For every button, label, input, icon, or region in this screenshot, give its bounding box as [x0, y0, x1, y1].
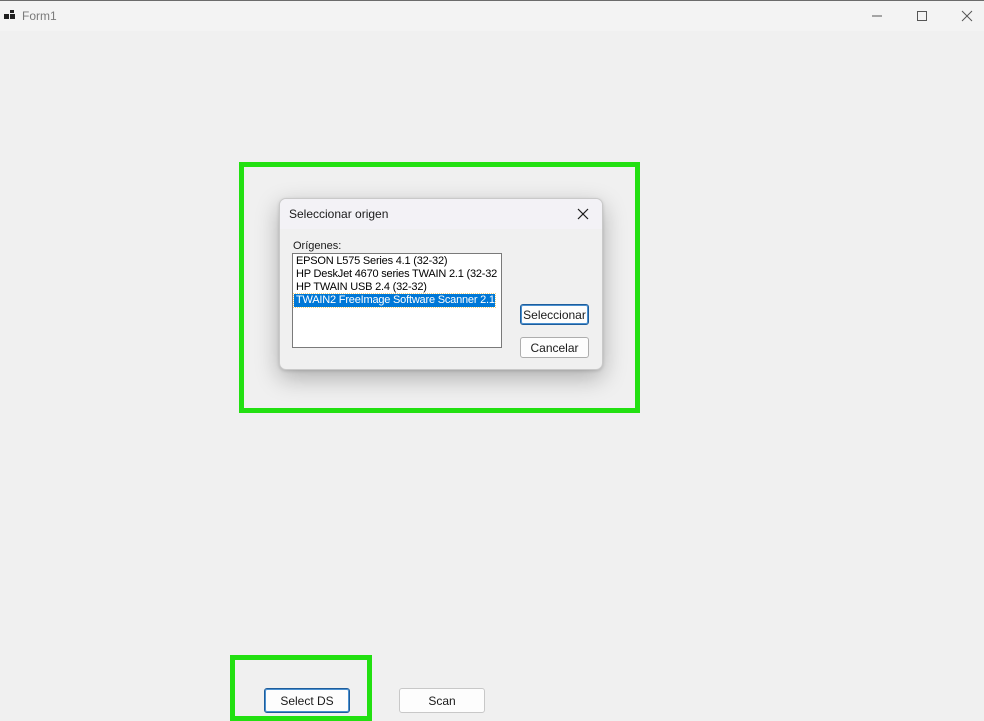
select-source-dialog: Seleccionar origen Orígenes: EPSON L575 … [279, 198, 603, 370]
app-icon [4, 10, 16, 22]
title-bar[interactable]: Form1 [0, 1, 984, 31]
sources-listbox[interactable]: EPSON L575 Series 4.1 (32-32) HP DeskJet… [292, 253, 502, 348]
seleccionar-button[interactable]: Seleccionar [520, 304, 589, 325]
maximize-button[interactable] [899, 1, 945, 31]
window-title: Form1 [22, 9, 57, 23]
cancelar-button[interactable]: Cancelar [520, 337, 589, 358]
scan-button[interactable]: Scan [399, 688, 485, 713]
minimize-icon [872, 15, 882, 17]
list-item[interactable]: HP DeskJet 4670 series TWAIN 2.1 (32-32 [294, 268, 501, 281]
maximize-icon [917, 11, 927, 21]
dialog-title: Seleccionar origen [289, 207, 389, 221]
dialog-title-bar[interactable]: Seleccionar origen [280, 199, 602, 229]
main-window: Form1 Seleccionar origen Orígenes: EPSON… [0, 0, 984, 721]
list-item[interactable]: HP TWAIN USB 2.4 (32-32) [294, 281, 431, 294]
list-item[interactable]: EPSON L575 Series 4.1 (32-32) [294, 255, 451, 268]
close-icon [577, 208, 589, 220]
origins-label: Orígenes: [293, 240, 342, 252]
dialog-close-button[interactable] [570, 202, 596, 226]
minimize-button[interactable] [854, 1, 900, 31]
close-icon [961, 10, 973, 22]
close-button[interactable] [944, 1, 984, 31]
select-ds-button[interactable]: Select DS [264, 688, 350, 713]
list-item-selected[interactable]: TWAIN2 FreeImage Software Scanner 2.1 [293, 293, 496, 308]
